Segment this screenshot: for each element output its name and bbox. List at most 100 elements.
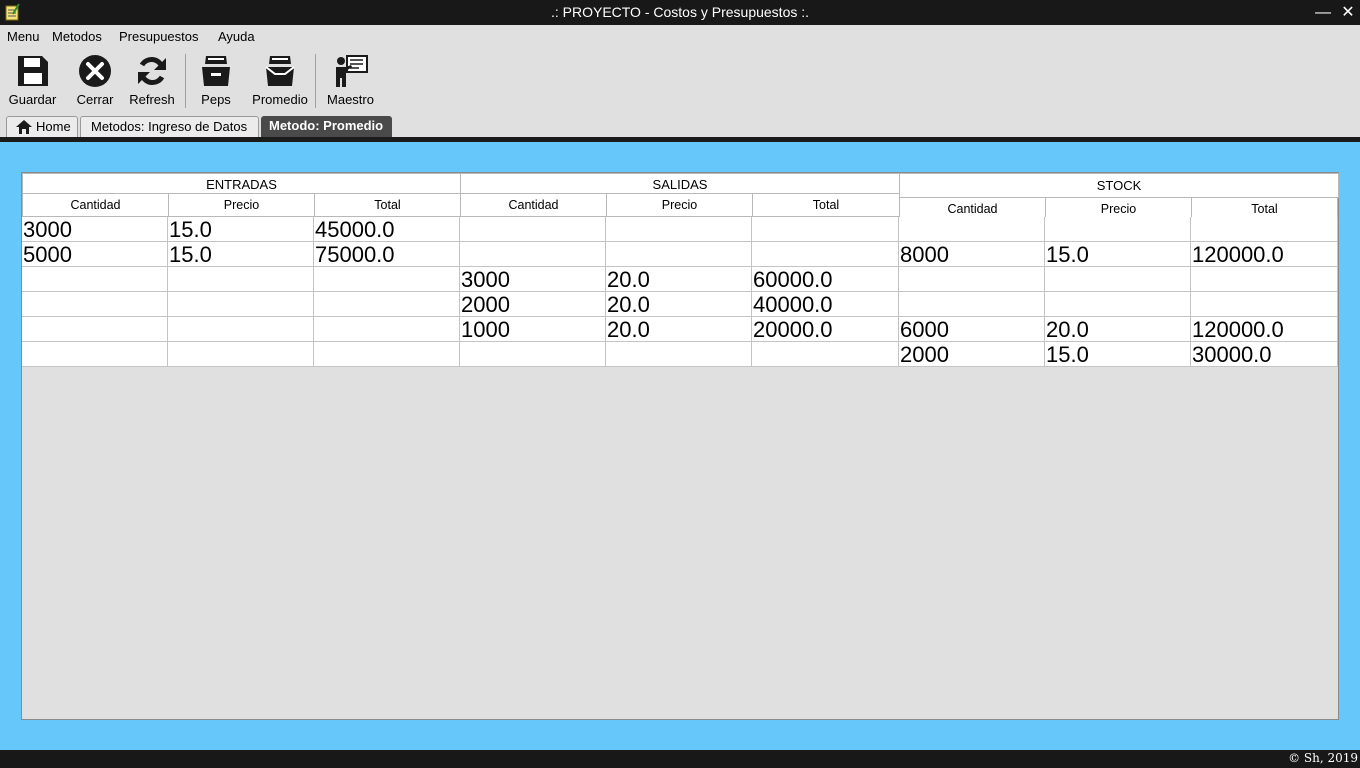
archive-box-icon <box>202 56 230 86</box>
column-header-precio: Precio <box>168 193 315 217</box>
content-area: ENTRADAS SALIDAS STOCK Cantidad Precio Tot… <box>0 142 1360 750</box>
table-cell[interactable]: 8000 <box>899 242 1045 267</box>
peps-label: Peps <box>201 92 231 107</box>
table-cell[interactable] <box>460 342 606 367</box>
table-cell[interactable]: 6000 <box>899 317 1045 342</box>
table-cell[interactable]: 5000 <box>22 242 168 267</box>
column-header-cantidad: Cantidad <box>460 193 607 217</box>
table-cell[interactable] <box>752 342 899 367</box>
tab-ingreso-label: Metodos: Ingreso de Datos <box>91 119 248 134</box>
close-button[interactable]: Cerrar <box>70 48 120 112</box>
table-cell[interactable] <box>1045 292 1191 317</box>
table-cell[interactable] <box>314 342 460 367</box>
table-cell[interactable] <box>168 292 314 317</box>
table-cell[interactable] <box>899 267 1045 292</box>
table-cell[interactable]: 30000.0 <box>1191 342 1338 367</box>
table-cell[interactable] <box>752 242 899 267</box>
table-cell[interactable]: 60000.0 <box>752 267 899 292</box>
table-cell[interactable] <box>460 217 606 242</box>
minimize-button[interactable]: — <box>1311 0 1335 25</box>
table-cell[interactable] <box>168 267 314 292</box>
menu-item-ayuda[interactable]: Ayuda <box>218 29 255 44</box>
table-cell[interactable] <box>899 217 1045 242</box>
table-cell[interactable]: 15.0 <box>1045 342 1191 367</box>
archive-open-icon <box>265 56 295 86</box>
refresh-icon <box>138 57 166 85</box>
table-cell[interactable] <box>168 342 314 367</box>
group-header-salidas: SALIDAS <box>460 173 900 194</box>
peps-button[interactable]: Peps <box>194 48 238 112</box>
save-button[interactable]: Guardar <box>5 48 60 112</box>
table-cell[interactable] <box>22 317 168 342</box>
table-cell[interactable]: 20000.0 <box>752 317 899 342</box>
column-header-precio: Precio <box>606 193 753 217</box>
table-cell[interactable] <box>460 242 606 267</box>
average-method-panel: ENTRADAS SALIDAS STOCK Cantidad Precio Tot… <box>21 172 1339 720</box>
table-cell[interactable]: 20.0 <box>606 317 752 342</box>
group-header-stock: STOCK <box>899 173 1339 198</box>
menu-item-metodos[interactable]: Metodos <box>52 29 102 44</box>
tab-home-label: Home <box>36 119 71 134</box>
refresh-label: Refresh <box>129 92 175 107</box>
table-cell[interactable] <box>606 217 752 242</box>
table-cell[interactable] <box>314 317 460 342</box>
table-cell[interactable] <box>899 292 1045 317</box>
table-cell[interactable] <box>1191 292 1338 317</box>
table-cell[interactable]: 15.0 <box>168 242 314 267</box>
teacher-board-icon <box>335 55 368 87</box>
toolbar-separator <box>315 54 316 108</box>
table-cell[interactable] <box>22 292 168 317</box>
toolbar: Guardar Cerrar Refresh Peps Promedio Mae… <box>0 48 1360 114</box>
table-cell[interactable]: 45000.0 <box>314 217 460 242</box>
table-cell[interactable]: 120000.0 <box>1191 242 1338 267</box>
table-cell[interactable]: 20.0 <box>606 267 752 292</box>
average-label: Promedio <box>252 92 308 107</box>
floppy-disk-icon <box>17 56 48 86</box>
home-icon <box>16 120 32 134</box>
column-header-cantidad: Cantidad <box>22 193 169 217</box>
status-bar: © Sh, 2019 <box>0 750 1360 768</box>
table-cell[interactable]: 75000.0 <box>314 242 460 267</box>
table-cell[interactable] <box>22 267 168 292</box>
table-cell[interactable]: 120000.0 <box>1191 317 1338 342</box>
table-cell[interactable] <box>1191 267 1338 292</box>
refresh-button[interactable]: Refresh <box>127 48 177 112</box>
tab-home[interactable]: Home <box>6 116 78 138</box>
table-cell[interactable]: 1000 <box>460 317 606 342</box>
close-window-button[interactable]: ✕ <box>1336 0 1360 25</box>
column-header-total: Total <box>314 193 461 217</box>
table-cell[interactable]: 15.0 <box>1045 242 1191 267</box>
table-cell[interactable]: 20.0 <box>606 292 752 317</box>
table-cell[interactable]: 15.0 <box>168 217 314 242</box>
table-cell[interactable] <box>168 317 314 342</box>
title-bar: .: PROYECTO - Costos y Presupuestos :. —… <box>0 0 1360 25</box>
copyright-text: © Sh, 2019 <box>1288 751 1358 765</box>
table-cell[interactable]: 20.0 <box>1045 317 1191 342</box>
table-cell[interactable] <box>1045 267 1191 292</box>
table-cell[interactable] <box>606 342 752 367</box>
table-cell[interactable]: 3000 <box>22 217 168 242</box>
table-cell[interactable] <box>314 267 460 292</box>
tab-ingreso-datos[interactable]: Metodos: Ingreso de Datos <box>80 116 259 138</box>
table-cell[interactable] <box>752 217 899 242</box>
table-cell[interactable] <box>1045 217 1191 242</box>
table-cell[interactable] <box>1191 217 1338 242</box>
column-header-total: Total <box>752 193 900 217</box>
table-cell[interactable] <box>606 242 752 267</box>
teacher-button[interactable]: Maestro <box>323 48 378 112</box>
menu-item-menu[interactable]: Menu <box>7 29 40 44</box>
tab-promedio-label: Metodo: Promedio <box>269 118 384 133</box>
window-title: .: PROYECTO - Costos y Presupuestos :. <box>550 4 810 20</box>
table-cell[interactable]: 3000 <box>460 267 606 292</box>
table-cell[interactable] <box>22 342 168 367</box>
average-button[interactable]: Promedio <box>250 48 310 112</box>
table-cell[interactable]: 40000.0 <box>752 292 899 317</box>
table-cell[interactable]: 2000 <box>899 342 1045 367</box>
tab-promedio[interactable]: Metodo: Promedio <box>261 116 392 138</box>
teacher-label: Maestro <box>327 92 374 107</box>
table-cell[interactable]: 2000 <box>460 292 606 317</box>
save-label: Guardar <box>8 92 57 107</box>
group-header-entradas: ENTRADAS <box>22 173 461 194</box>
table-cell[interactable] <box>314 292 460 317</box>
menu-item-presupuestos[interactable]: Presupuestos <box>119 29 199 44</box>
